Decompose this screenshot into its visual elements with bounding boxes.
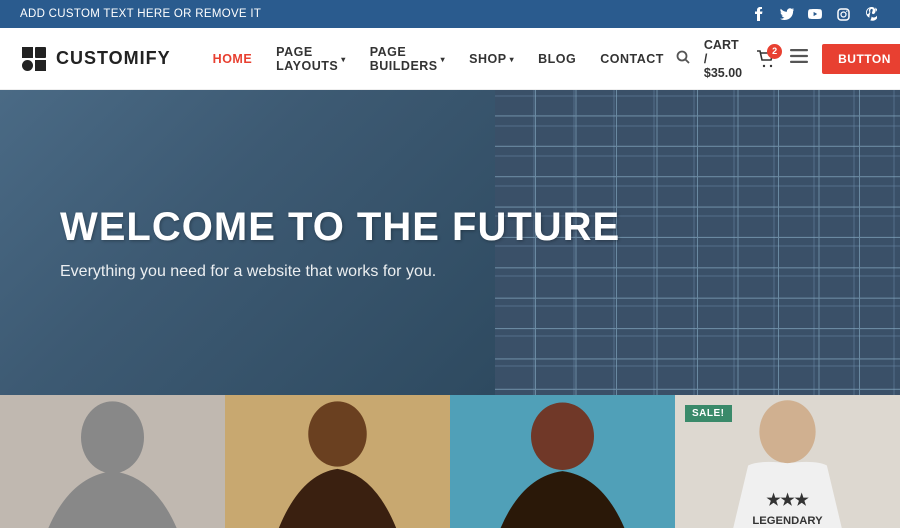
product-image-2	[225, 395, 450, 528]
nav-contact[interactable]: CONTACT	[588, 28, 676, 90]
top-banner: ADD CUSTOM TEXT HERE OR REMOVE IT	[0, 0, 900, 28]
product-image-3	[450, 395, 675, 528]
logo-icon	[20, 45, 48, 73]
hero-content: WELCOME TO THE FUTURE Everything you nee…	[0, 90, 900, 395]
product-card-4[interactable]: ★★★ LEGENDARY SALE!	[675, 395, 900, 528]
hamburger-icon[interactable]	[790, 49, 808, 68]
hero-title: WELCOME TO THE FUTURE	[60, 205, 840, 249]
banner-text: ADD CUSTOM TEXT HERE OR REMOVE IT	[20, 8, 261, 20]
product-card-3[interactable]	[450, 395, 675, 528]
product-image-1	[0, 395, 225, 528]
logo-text: CUSTOMIFY	[56, 48, 171, 69]
nav-blog[interactable]: BLOG	[526, 28, 588, 90]
product-card-1[interactable]	[0, 395, 225, 528]
svg-text:LEGENDARY: LEGENDARY	[752, 515, 823, 527]
search-icon[interactable]	[676, 50, 690, 67]
sale-badge: SALE!	[685, 405, 732, 422]
youtube-icon[interactable]	[806, 5, 824, 23]
nav-page-builders[interactable]: PAGE BUILDERS ▾	[358, 28, 457, 90]
cart-icon-wrap[interactable]: 2	[756, 50, 776, 68]
hero-section: WELCOME TO THE FUTURE Everything you nee…	[0, 90, 900, 395]
cart-label[interactable]: CART / $35.00	[704, 38, 742, 80]
nav-home[interactable]: HOME	[201, 28, 265, 90]
navbar: CUSTOMIFY HOME PAGE LAYOUTS ▾ PAGE BUILD…	[0, 28, 900, 90]
pinterest-icon[interactable]	[862, 5, 880, 23]
nav-page-layouts[interactable]: PAGE LAYOUTS ▾	[264, 28, 358, 90]
hero-subtitle: Everything you need for a website that w…	[60, 263, 840, 281]
nav-right: CART / $35.00 2 BUTTON	[676, 38, 900, 80]
svg-text:★★★: ★★★	[766, 492, 809, 509]
chevron-down-icon: ▾	[341, 55, 346, 64]
instagram-icon[interactable]	[834, 5, 852, 23]
nav-shop[interactable]: SHOP ▾	[457, 28, 526, 90]
social-icons-group	[750, 5, 880, 23]
nav-links: HOME PAGE LAYOUTS ▾ PAGE BUILDERS ▾ SHOP…	[201, 28, 676, 90]
chevron-down-icon: ▾	[510, 55, 515, 64]
nav-cta-button[interactable]: BUTTON	[822, 44, 900, 74]
products-row: ★★★ LEGENDARY SALE!	[0, 395, 900, 528]
facebook-icon[interactable]	[750, 5, 768, 23]
twitter-icon[interactable]	[778, 5, 796, 23]
logo[interactable]: CUSTOMIFY	[20, 45, 171, 73]
product-card-2[interactable]	[225, 395, 450, 528]
chevron-down-icon: ▾	[441, 55, 446, 64]
cart-badge: 2	[767, 44, 782, 59]
